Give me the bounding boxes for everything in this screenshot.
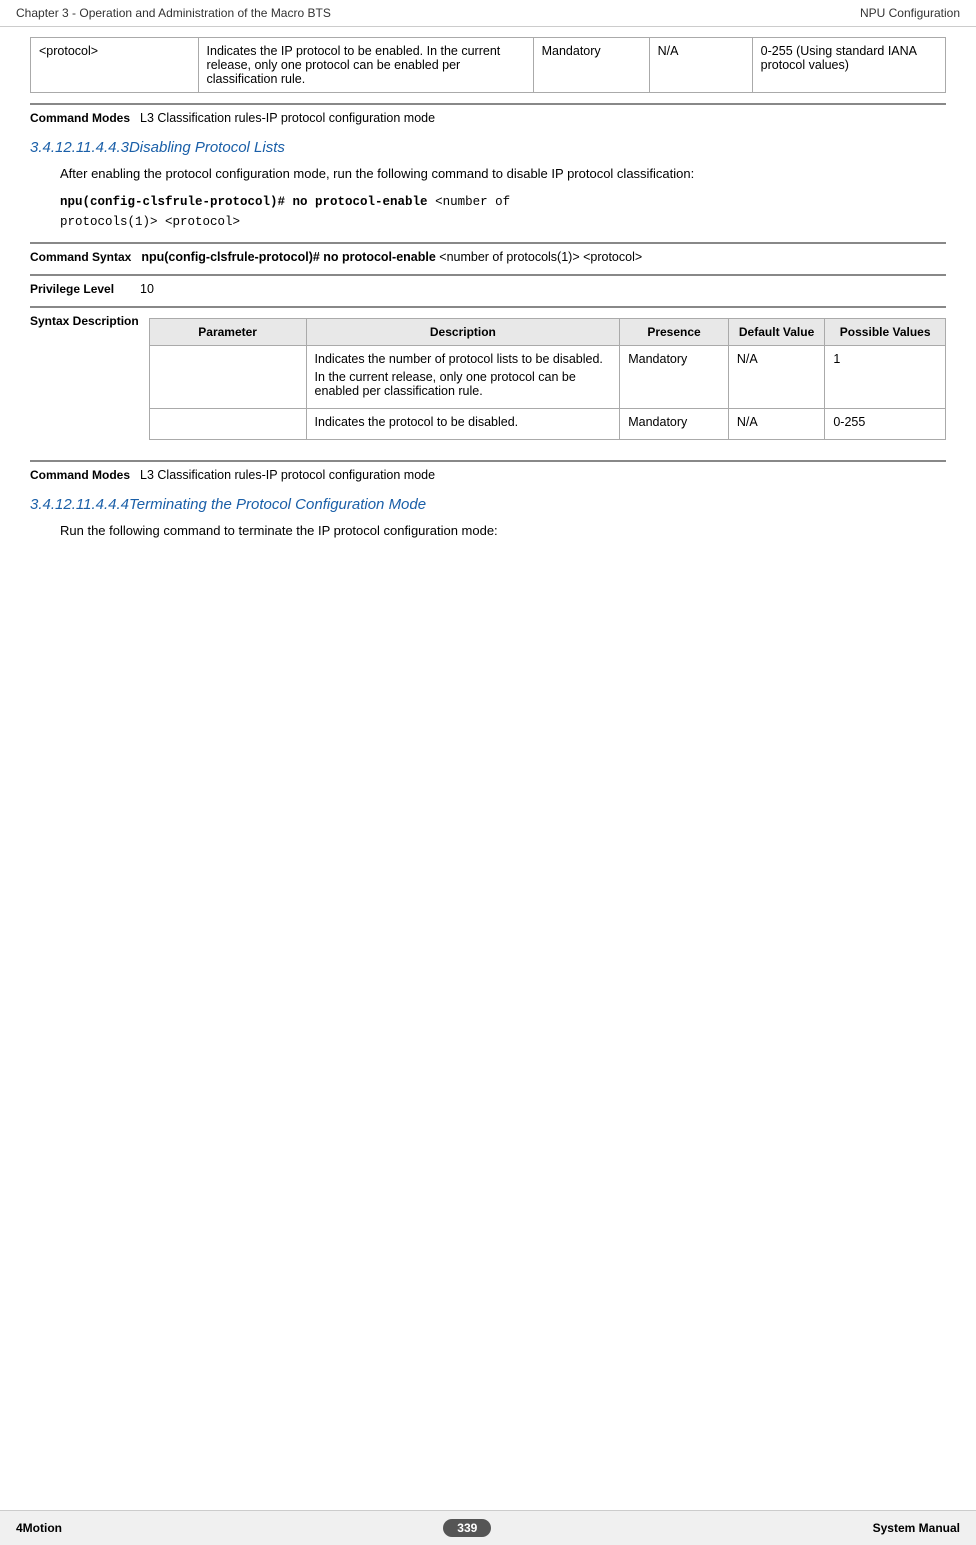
command-syntax-section: Command Syntax npu(config-clsfrule-proto… (30, 242, 946, 264)
command-syntax-label: Command Syntax (30, 250, 141, 264)
syntax-table-row: Indicates the protocol to be disabled. M… (149, 408, 945, 439)
command-modes-label-2: Command Modes (30, 468, 140, 482)
footer-center-page: 339 (443, 1519, 491, 1537)
syntax-desc-table-container: Parameter Description Presence Default V… (149, 318, 946, 450)
param-cell: <protocol> (31, 38, 199, 93)
header-right: NPU Configuration (860, 6, 960, 20)
default-cell: N/A (649, 38, 752, 93)
section-heading-2: 3.4.12.11.4.4.4Terminating the Protocol … (30, 496, 946, 513)
col-presence: Presence (620, 318, 729, 345)
header-left: Chapter 3 - Operation and Administration… (16, 6, 331, 20)
command-syntax-normal: <number of protocols(1)> <protocol> (436, 250, 642, 264)
syntax-desc-section: Syntax Description Parameter Description… (30, 306, 946, 450)
command-modes-value-1: L3 Classification rules-IP protocol conf… (140, 111, 435, 125)
row-presence: Mandatory (620, 408, 729, 439)
col-possible: Possible Values (825, 318, 946, 345)
code-bold-1: npu(config-clsfrule-protocol)# no protoc… (60, 195, 428, 209)
code-block-1: npu(config-clsfrule-protocol)# no protoc… (60, 192, 946, 232)
syntax-desc-label: Syntax Description (30, 314, 149, 328)
syntax-table-row: Indicates the number of protocol lists t… (149, 345, 945, 408)
privilege-level-label: Privilege Level (30, 282, 140, 296)
presence-cell: Mandatory (533, 38, 649, 93)
command-syntax-value: npu(config-clsfrule-protocol)# no protoc… (141, 250, 642, 264)
command-modes-section-2: Command Modes L3 Classification rules-IP… (30, 460, 946, 482)
privilege-level-section: Privilege Level 10 (30, 274, 946, 296)
body-text-2: Run the following command to terminate t… (60, 521, 946, 541)
col-default: Default Value (728, 318, 825, 345)
row-presence: Mandatory (620, 345, 729, 408)
page-footer: 4Motion 339 System Manual (0, 1510, 976, 1545)
possible-cell: 0-255 (Using standard IANA protocol valu… (752, 38, 945, 93)
desc-cell: Indicates the IP protocol to be enabled.… (198, 38, 533, 93)
syntax-desc-table: Parameter Description Presence Default V… (149, 318, 946, 440)
row-default: N/A (728, 408, 825, 439)
row-possible: 0-255 (825, 408, 946, 439)
col-param: Parameter (149, 318, 306, 345)
top-param-table: <protocol> Indicates the IP protocol to … (30, 37, 946, 93)
row-desc: Indicates the number of protocol lists t… (306, 345, 620, 408)
col-desc: Description (306, 318, 620, 345)
page-header: Chapter 3 - Operation and Administration… (0, 0, 976, 27)
privilege-level-value: 10 (140, 282, 154, 296)
row-default: N/A (728, 345, 825, 408)
command-modes-label-1: Command Modes (30, 111, 140, 125)
command-syntax-bold: npu(config-clsfrule-protocol)# no protoc… (141, 250, 435, 264)
main-content: <protocol> Indicates the IP protocol to … (0, 27, 976, 558)
footer-left: 4Motion (16, 1521, 62, 1535)
syntax-table-header-row: Parameter Description Presence Default V… (149, 318, 945, 345)
command-modes-section-1: Command Modes L3 Classification rules-IP… (30, 103, 946, 125)
body-text-1: After enabling the protocol configuratio… (60, 164, 946, 184)
command-modes-value-2: L3 Classification rules-IP protocol conf… (140, 468, 435, 482)
section-heading-1: 3.4.12.11.4.4.3Disabling Protocol Lists (30, 139, 946, 156)
row-possible: 1 (825, 345, 946, 408)
row-param (149, 408, 306, 439)
footer-right: System Manual (873, 1521, 960, 1535)
row-desc: Indicates the protocol to be disabled. (306, 408, 620, 439)
row-param (149, 345, 306, 408)
table-row-protocol-top: <protocol> Indicates the IP protocol to … (31, 38, 946, 93)
